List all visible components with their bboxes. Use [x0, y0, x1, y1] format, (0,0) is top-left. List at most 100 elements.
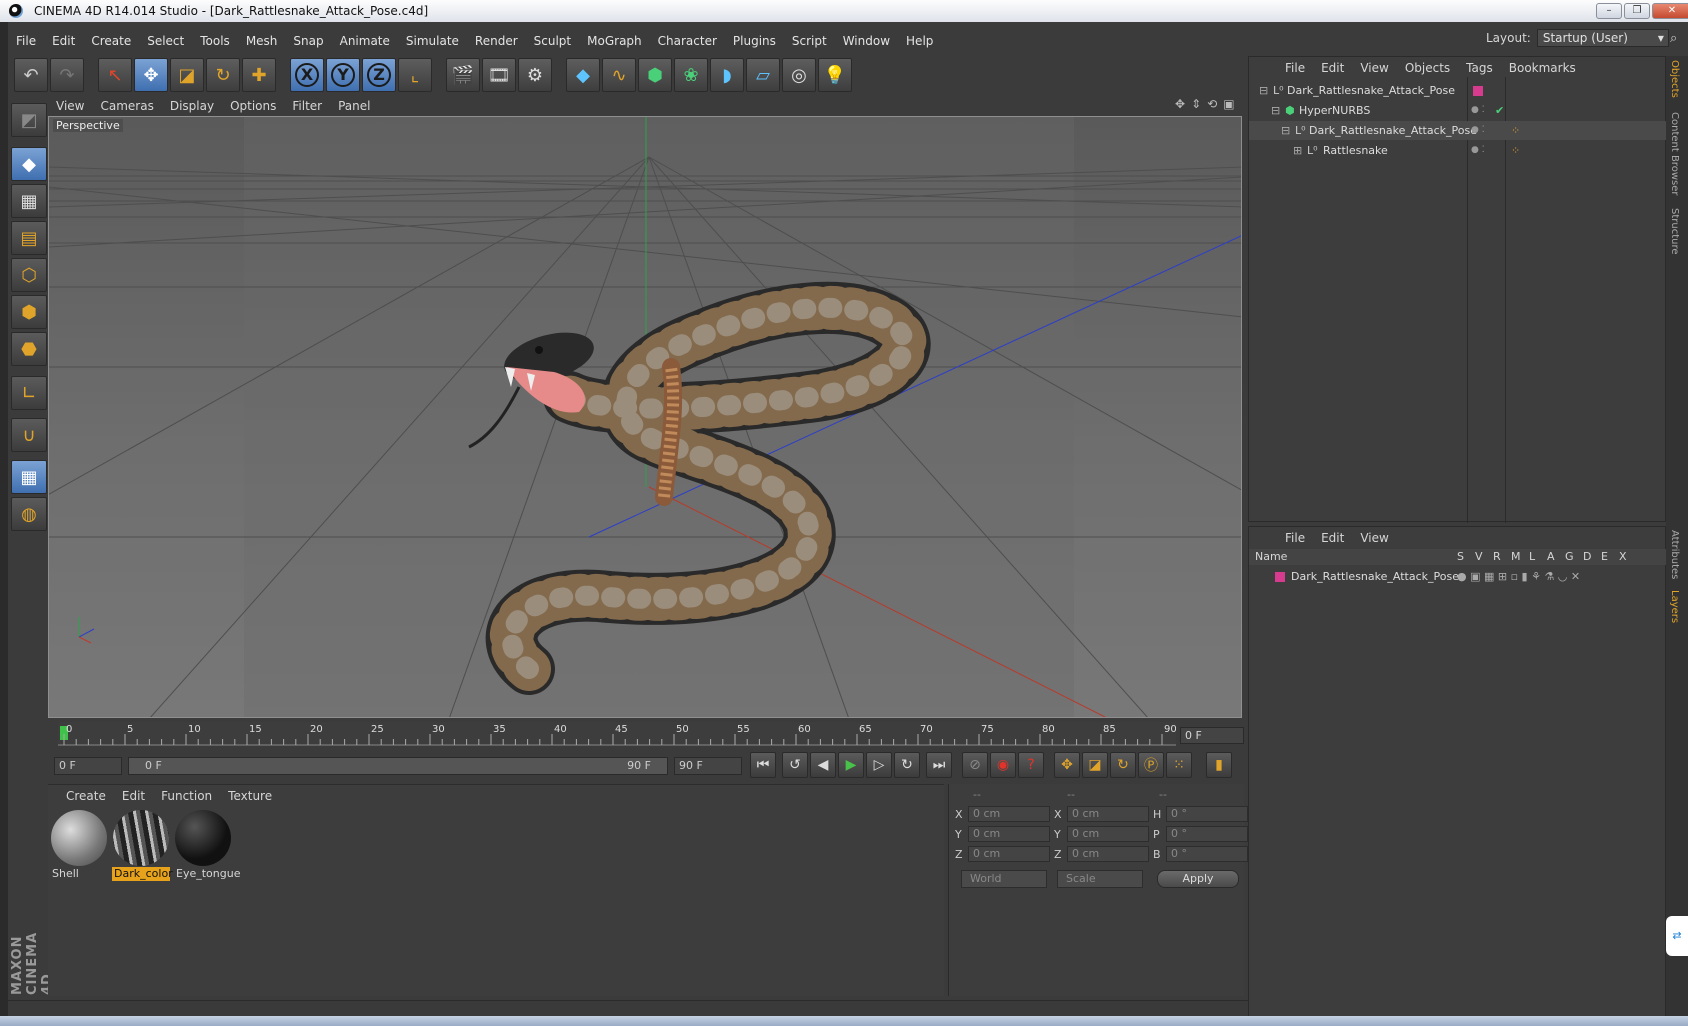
minimize-button[interactable]: –: [1596, 3, 1622, 19]
polygons-mode-icon[interactable]: ⬣: [11, 332, 47, 366]
y-axis-lock-icon[interactable]: Y: [326, 58, 360, 92]
menu-simulate[interactable]: Simulate: [398, 34, 467, 48]
edges-mode-icon[interactable]: ⬢: [11, 295, 47, 329]
cube-icon[interactable]: ◆: [566, 58, 600, 92]
pos-x-field[interactable]: 0 cm: [968, 806, 1050, 822]
layer-menu-edit[interactable]: Edit: [1313, 531, 1352, 545]
obj-menu-bookmarks[interactable]: Bookmarks: [1501, 61, 1584, 75]
redo-icon[interactable]: ↷: [50, 58, 84, 92]
x-axis-lock-icon[interactable]: X: [290, 58, 324, 92]
layer-row[interactable]: Dark_Rattlesnake_Attack_Pose ● ▣ ▦ ⊞ ▫ ▮…: [1249, 567, 1667, 586]
points-mode-icon[interactable]: ⬡: [11, 258, 47, 292]
rot-h-field[interactable]: 0 °: [1166, 806, 1248, 822]
add-object-icon[interactable]: ✚: [242, 58, 276, 92]
scale-icon[interactable]: ◪: [170, 58, 204, 92]
tab-attributes[interactable]: Attributes: [1669, 530, 1680, 579]
render-settings-icon[interactable]: ⚙: [518, 58, 552, 92]
orbit-icon[interactable]: ⟲: [1207, 97, 1217, 111]
vp-menu-display[interactable]: Display: [162, 99, 222, 113]
tree-item[interactable]: ⊟ L⁰ Dark_Rattlesnake_Attack_Pose: [1249, 81, 1667, 100]
axis-mode-icon[interactable]: ∟: [11, 376, 47, 410]
vp-menu-options[interactable]: Options: [222, 99, 284, 113]
menu-plugins[interactable]: Plugins: [725, 34, 784, 48]
position-key-icon[interactable]: ✥: [1054, 752, 1080, 778]
layout-dropdown[interactable]: Startup (User): [1536, 29, 1669, 47]
render-picture-viewer-icon[interactable]: 🎞: [482, 58, 516, 92]
rotate-icon[interactable]: ↻: [206, 58, 240, 92]
size-y-field[interactable]: 0 cm: [1067, 826, 1149, 842]
visibility-dots[interactable]: ● ⁚: [1471, 141, 1485, 160]
layer-menu-file[interactable]: File: [1277, 531, 1313, 545]
vp-menu-panel[interactable]: Panel: [330, 99, 378, 113]
menu-create[interactable]: Create: [83, 34, 139, 48]
timeline-ruler[interactable]: 0 5 10 15 20 25 30 35 40 45 50 55 60 65 70 75 80 85 90: [58, 722, 1177, 746]
rot-b-field[interactable]: 0 °: [1166, 846, 1248, 862]
light-icon[interactable]: 💡: [818, 58, 852, 92]
visibility-dots[interactable]: ● ⁚: [1471, 121, 1485, 140]
vp-menu-view[interactable]: View: [48, 99, 92, 113]
coord-type-dropdown[interactable]: Scale: [1057, 870, 1143, 888]
texture-mode-icon[interactable]: ▦: [11, 184, 47, 218]
menu-snap[interactable]: Snap: [285, 34, 331, 48]
autokey-icon[interactable]: ◉: [990, 752, 1016, 778]
pan-icon[interactable]: ✥: [1175, 97, 1185, 111]
obj-menu-view[interactable]: View: [1352, 61, 1396, 75]
expand-icon[interactable]: ⊞: [1293, 141, 1302, 160]
menu-animate[interactable]: Animate: [332, 34, 398, 48]
menu-render[interactable]: Render: [467, 34, 526, 48]
obj-menu-tags[interactable]: Tags: [1458, 61, 1501, 75]
expand-icon[interactable]: ⊟: [1271, 101, 1280, 120]
expand-icon[interactable]: ⊟: [1259, 81, 1268, 100]
tree-item[interactable]: ⊟ ⬢ HyperNURBS ● ⁚ ✔: [1249, 101, 1667, 120]
current-frame-field[interactable]: 0 F: [1180, 727, 1244, 744]
close-button[interactable]: ✕: [1652, 3, 1688, 19]
live-selection-icon[interactable]: ↖: [98, 58, 132, 92]
obj-menu-file[interactable]: File: [1277, 61, 1313, 75]
go-to-end-icon[interactable]: ⏭: [926, 752, 952, 778]
teamviewer-icon[interactable]: ⇄: [1666, 916, 1688, 956]
menu-help[interactable]: Help: [898, 34, 941, 48]
material-shell[interactable]: Shell: [50, 809, 108, 881]
menu-select[interactable]: Select: [139, 34, 192, 48]
deformer-icon[interactable]: ◗: [710, 58, 744, 92]
previous-key-icon[interactable]: ↺: [782, 752, 808, 778]
menu-sculpt[interactable]: Sculpt: [526, 34, 579, 48]
render-view-icon[interactable]: 🎬: [446, 58, 480, 92]
obj-menu-edit[interactable]: Edit: [1313, 61, 1352, 75]
tree-item[interactable]: ⊞ L⁰ Rattlesnake ● ⁚ ⁘: [1249, 141, 1667, 160]
record-keys-icon[interactable]: ⊘: [962, 752, 988, 778]
vp-menu-cameras[interactable]: Cameras: [92, 99, 161, 113]
coord-mode-dropdown[interactable]: World: [961, 870, 1047, 888]
next-frame-icon[interactable]: ▷: [866, 752, 892, 778]
rot-p-field[interactable]: 0 °: [1166, 826, 1248, 842]
menu-file[interactable]: File: [8, 34, 44, 48]
maximize-view-icon[interactable]: ▣: [1223, 97, 1234, 111]
maximize-button[interactable]: ❐: [1624, 3, 1650, 19]
scale-key-icon[interactable]: ◪: [1082, 752, 1108, 778]
perspective-viewport[interactable]: Perspective: [48, 116, 1242, 718]
soft-selection-icon[interactable]: ◍: [11, 497, 47, 531]
menu-window[interactable]: Window: [835, 34, 898, 48]
checkmark-icon[interactable]: ✔: [1495, 101, 1504, 120]
material-eye-tongue[interactable]: Eye_tongue: [174, 809, 240, 881]
visibility-dots[interactable]: ● ⁚: [1471, 101, 1485, 120]
expand-icon[interactable]: ⊟: [1281, 121, 1290, 140]
layer-menu-view[interactable]: View: [1352, 531, 1396, 545]
go-to-start-icon[interactable]: ⏮: [750, 752, 776, 778]
menu-edit[interactable]: Edit: [44, 34, 83, 48]
size-z-field[interactable]: 0 cm: [1067, 846, 1149, 862]
search-icon[interactable]: ⌕: [1670, 31, 1677, 46]
tab-layers[interactable]: Layers: [1669, 590, 1680, 623]
snap-magnet-icon[interactable]: ∪: [11, 418, 47, 452]
tag-icon[interactable]: ⁘: [1511, 121, 1520, 140]
camera-icon[interactable]: ◎: [782, 58, 816, 92]
timeline-window-icon[interactable]: ▮: [1206, 752, 1232, 778]
make-editable-icon[interactable]: ◩: [11, 103, 47, 137]
tree-item[interactable]: ⊟ L⁰ Dark_Rattlesnake_Attack_Pose ● ⁚ ⁘: [1249, 121, 1667, 140]
layer-flag-icons[interactable]: ● ▣ ▦ ⊞ ▫ ▮ ⚘ ⚗ ◡ ✕: [1457, 567, 1580, 586]
move-icon[interactable]: ✥: [134, 58, 168, 92]
material-dark-color[interactable]: Dark_color: [112, 809, 173, 881]
floor-icon[interactable]: ▱: [746, 58, 780, 92]
menu-mesh[interactable]: Mesh: [238, 34, 286, 48]
menu-script[interactable]: Script: [784, 34, 835, 48]
